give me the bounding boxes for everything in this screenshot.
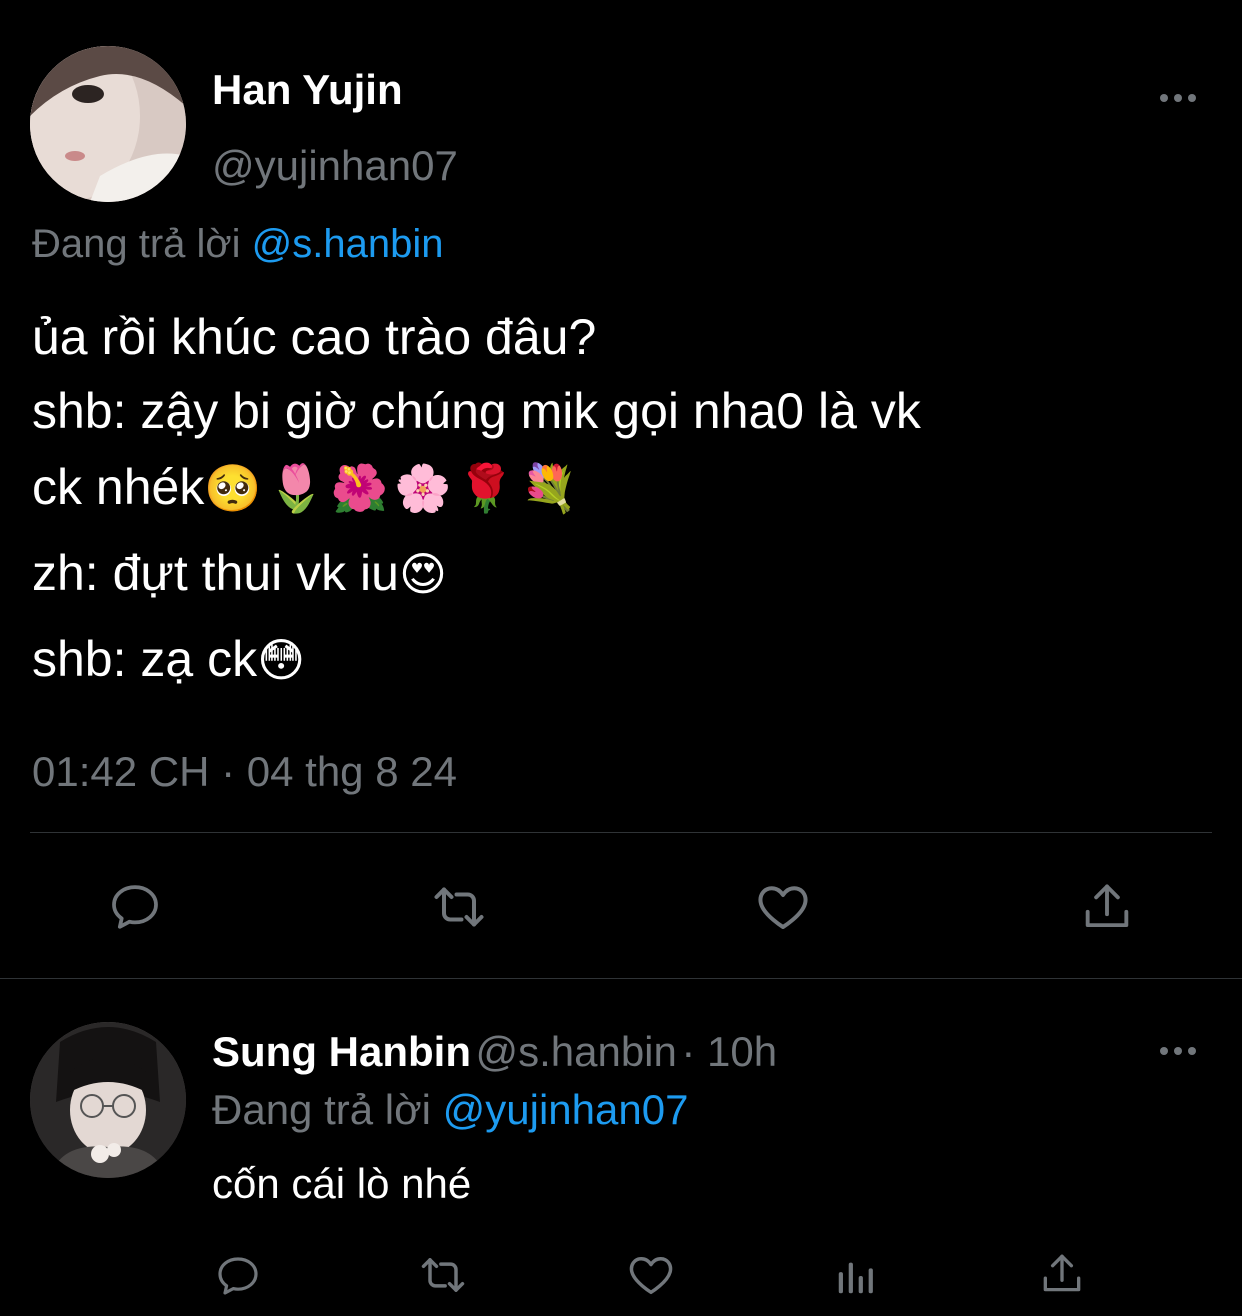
dot bbox=[1188, 1047, 1196, 1055]
tweet-line-text: ck nhék bbox=[32, 459, 205, 515]
like-icon[interactable] bbox=[622, 1246, 680, 1304]
mention-link[interactable]: @yujinhan07 bbox=[443, 1086, 689, 1133]
tweet-line: ủa rồi khúc cao trào đâu? bbox=[32, 309, 597, 365]
tweet-line: ck nhék🥺🌷🌺🌸🌹💐 bbox=[32, 462, 584, 512]
dot bbox=[1174, 94, 1182, 102]
emoji-group: 🥺🌷🌺🌸🌹💐 bbox=[204, 462, 584, 514]
tweet-line-text: shb: zạ ck bbox=[32, 631, 258, 687]
dot bbox=[1188, 94, 1196, 102]
timestamp[interactable]: 01:42 CH · 04 thg 8 24 bbox=[32, 748, 457, 796]
more-options-icon[interactable] bbox=[1148, 1031, 1208, 1071]
share-icon[interactable] bbox=[1034, 1246, 1090, 1302]
more-options-icon[interactable] bbox=[1148, 78, 1208, 118]
handle[interactable]: @s.hanbin bbox=[475, 1028, 676, 1075]
replying-prefix: Đang trả lời bbox=[32, 222, 241, 266]
dot bbox=[1160, 94, 1168, 102]
mention-link[interactable]: @s.hanbin bbox=[252, 222, 444, 266]
like-icon[interactable] bbox=[748, 872, 818, 942]
display-name[interactable]: Sung Hanbin bbox=[212, 1028, 471, 1075]
reply-icon[interactable] bbox=[210, 1248, 266, 1304]
avatar[interactable] bbox=[30, 1022, 186, 1178]
thread-divider bbox=[0, 978, 1242, 979]
tweet-line: zh: đựt thui vk iu😍 bbox=[32, 548, 453, 598]
retweet-icon[interactable] bbox=[414, 1246, 472, 1304]
reply-icon[interactable] bbox=[100, 872, 170, 942]
dot bbox=[1160, 1047, 1168, 1055]
tweet-line-text: zh: đựt thui vk iu bbox=[32, 545, 399, 601]
relative-time[interactable]: · 10h bbox=[681, 1028, 777, 1075]
replying-to: Đang trả lời @s.hanbin bbox=[32, 222, 444, 267]
dot bbox=[1174, 1047, 1182, 1055]
display-name[interactable]: Han Yujin bbox=[212, 66, 403, 114]
replying-to: Đang trả lời @yujinhan07 bbox=[212, 1086, 688, 1134]
retweet-icon[interactable] bbox=[424, 872, 494, 942]
replying-prefix: Đang trả lời bbox=[212, 1086, 431, 1133]
divider bbox=[30, 832, 1212, 833]
emoji-group: 😍 bbox=[398, 548, 453, 600]
tweet-line: shb: zậy bi giờ chúng mik gọi nha0 là vk bbox=[32, 383, 921, 439]
tweet-line: shb: zạ ck😳 bbox=[32, 634, 311, 684]
emoji-group: 😳 bbox=[257, 634, 312, 686]
share-icon[interactable] bbox=[1072, 872, 1142, 942]
reply-text: cốn cái lò nhé bbox=[212, 1160, 472, 1207]
handle[interactable]: @yujinhan07 bbox=[212, 142, 458, 190]
reply-header: Sung Hanbin @s.hanbin · 10h bbox=[212, 1028, 777, 1076]
avatar-photo bbox=[30, 46, 186, 202]
avatar-photo bbox=[30, 1022, 186, 1178]
analytics-icon[interactable] bbox=[828, 1248, 884, 1304]
avatar[interactable] bbox=[30, 46, 186, 202]
